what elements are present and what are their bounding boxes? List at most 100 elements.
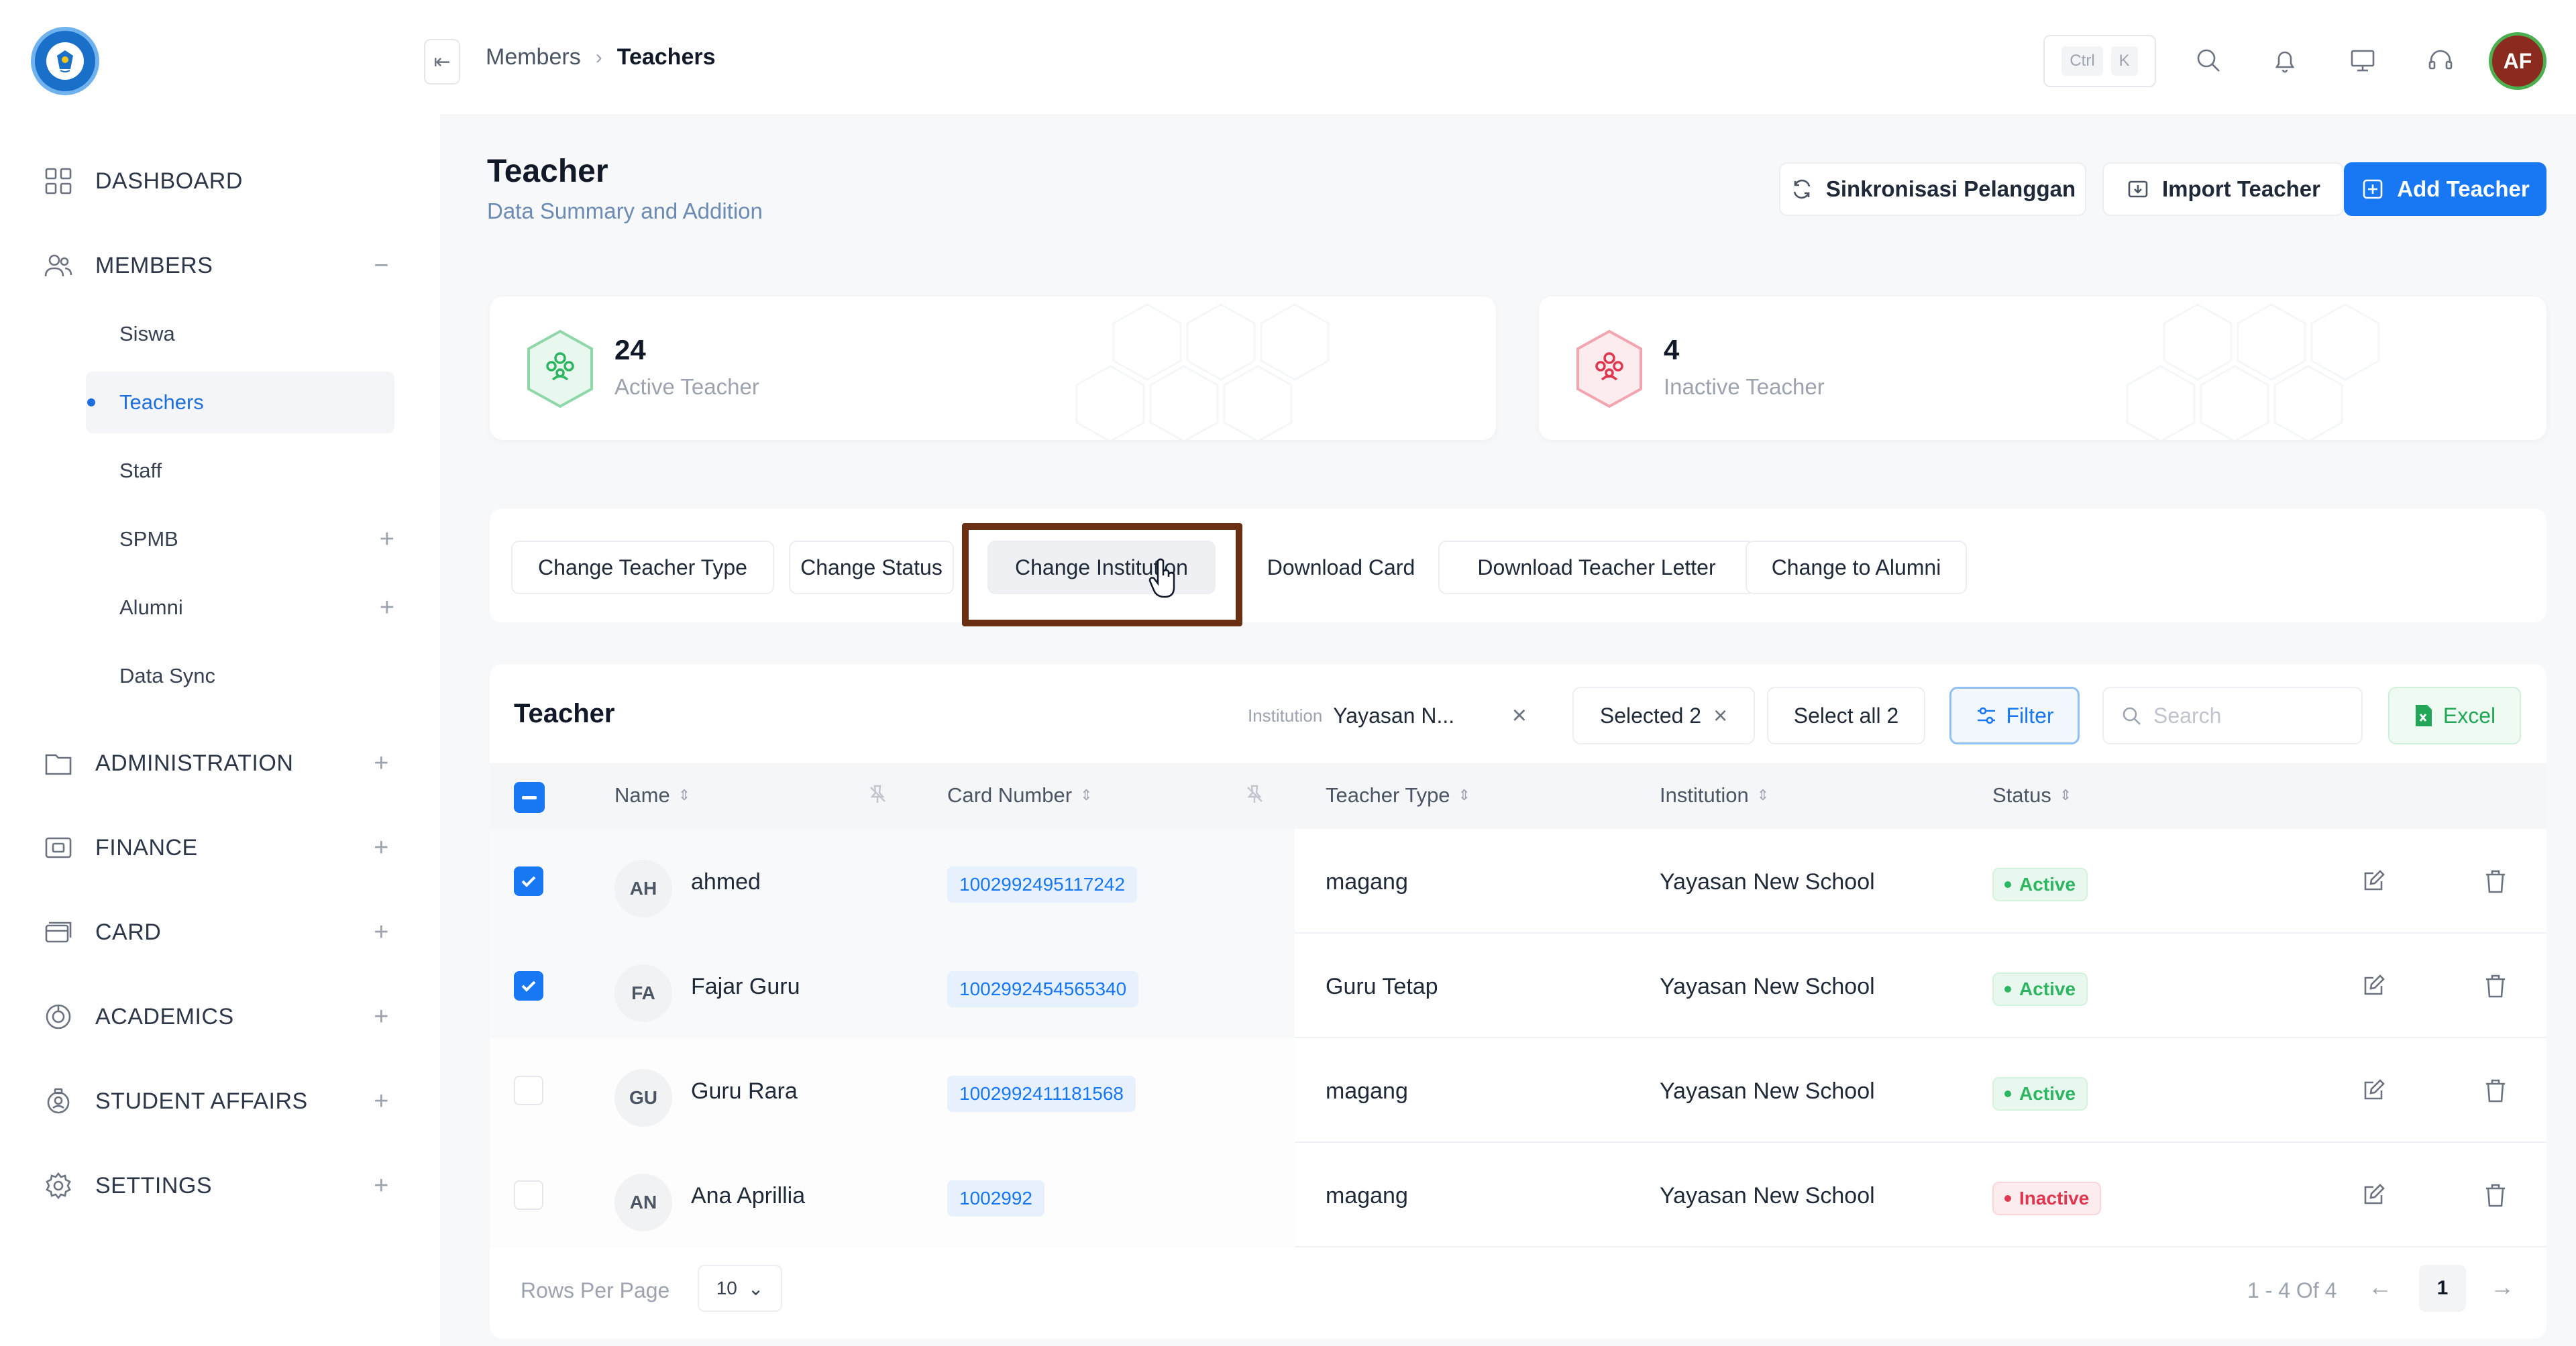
hand-cursor-icon: [1148, 558, 1175, 598]
sidebar-item-label: Teachers: [119, 390, 204, 414]
sidebar-item-siswa[interactable]: Siswa: [86, 303, 394, 365]
expand-toggle[interactable]: +: [374, 1003, 389, 1031]
sidebar-item-data-sync[interactable]: Data Sync: [86, 645, 394, 707]
sidebar-item-alumni[interactable]: Alumni +: [86, 577, 394, 638]
edit-icon[interactable]: [2360, 1077, 2390, 1107]
trash-icon[interactable]: [2482, 972, 2512, 1002]
column-header-teacher-type[interactable]: Teacher Type ⇕: [1326, 783, 1470, 807]
import-teacher-button[interactable]: Import Teacher: [2102, 162, 2344, 216]
close-icon[interactable]: ×: [1713, 702, 1727, 730]
nav-card[interactable]: CARD +: [40, 905, 402, 959]
column-label: Status: [1992, 783, 2051, 807]
sync-customers-button[interactable]: Sinkronisasi Pelanggan: [1779, 162, 2086, 216]
breadcrumb-members[interactable]: Members: [486, 44, 581, 70]
pin-icon[interactable]: [867, 783, 891, 807]
sidebar-item-staff[interactable]: Staff: [86, 440, 394, 502]
card-icon: [40, 914, 76, 950]
expand-toggle[interactable]: +: [380, 594, 394, 622]
change-to-alumni-button[interactable]: Change to Alumni: [1746, 541, 1967, 594]
row-checkbox[interactable]: [514, 866, 543, 896]
row-checkbox[interactable]: [514, 1076, 543, 1105]
app-logo[interactable]: [31, 27, 99, 95]
column-header-card-number[interactable]: Card Number ⇕: [947, 783, 1093, 807]
nav-finance[interactable]: FINANCE +: [40, 821, 402, 875]
institution-name: Yayasan New School: [1660, 974, 1875, 999]
card-number-tag: 1002992454565340: [947, 971, 1139, 1007]
institution-filter-label: Institution: [1248, 705, 1323, 726]
expand-toggle[interactable]: +: [374, 834, 389, 862]
sidebar-collapse-button[interactable]: ⇤: [424, 39, 460, 85]
avatar: AN: [614, 1174, 672, 1231]
add-teacher-button[interactable]: Add Teacher: [2344, 162, 2546, 216]
bell-icon[interactable]: [2265, 40, 2305, 80]
status-dot: [2004, 1090, 2011, 1097]
institution-filter-chip[interactable]: Institution Yayasan N... ×: [1241, 687, 1536, 744]
trash-icon[interactable]: [2482, 1077, 2512, 1107]
institution-name: Yayasan New School: [1660, 869, 1875, 895]
change-teacher-type-button[interactable]: Change Teacher Type: [511, 541, 774, 594]
edit-icon[interactable]: [2360, 972, 2390, 1002]
pin-icon[interactable]: [1244, 783, 1268, 807]
nav-administration[interactable]: ADMINISTRATION +: [40, 736, 402, 790]
current-page-button[interactable]: 1: [2419, 1265, 2466, 1312]
select-all-button[interactable]: Select all 2: [1767, 687, 1925, 744]
download-card-button[interactable]: Download Card: [1245, 541, 1437, 594]
sidebar-item-label: Alumni: [119, 596, 183, 619]
command-palette-shortcut[interactable]: Ctrl K: [2043, 35, 2156, 87]
monitor-icon[interactable]: [2343, 40, 2383, 80]
column-header-name[interactable]: Name ⇕: [614, 783, 690, 807]
edit-icon[interactable]: [2360, 868, 2390, 897]
expand-toggle[interactable]: +: [380, 525, 394, 554]
column-header-status[interactable]: Status ⇕: [1992, 783, 2072, 807]
column-header-institution[interactable]: Institution ⇕: [1660, 783, 1769, 807]
card-number-tag: 1002992411181568: [947, 1076, 1136, 1112]
edit-icon[interactable]: [2360, 1182, 2390, 1211]
export-excel-button[interactable]: Excel: [2388, 687, 2521, 744]
rows-per-page-select[interactable]: 10 ⌄: [698, 1265, 782, 1312]
trash-icon[interactable]: [2482, 868, 2512, 897]
trash-icon[interactable]: [2482, 1182, 2512, 1211]
headset-icon[interactable]: [2420, 40, 2461, 80]
filter-button[interactable]: Filter: [1949, 687, 2080, 744]
search-icon[interactable]: [2188, 40, 2229, 80]
column-label: Name: [614, 783, 670, 807]
kbd-ctrl: Ctrl: [2061, 46, 2103, 76]
sidebar-item-spmb[interactable]: SPMB +: [86, 508, 394, 570]
nav-academics[interactable]: ACADEMICS +: [40, 990, 402, 1044]
sidebar-item-teachers[interactable]: Teachers: [86, 372, 394, 433]
table-row[interactable]: GU Guru Rara 1002992411181568 magang Yay…: [490, 1038, 2546, 1143]
download-teacher-letter-button[interactable]: Download Teacher Letter: [1438, 541, 1755, 594]
expand-toggle[interactable]: +: [374, 1087, 389, 1116]
column-label: Teacher Type: [1326, 783, 1450, 807]
expand-toggle[interactable]: +: [374, 918, 389, 947]
nav-label: MEMBERS: [95, 252, 213, 278]
search-input[interactable]: Search: [2102, 687, 2363, 744]
active-teacher-label: Active Teacher: [614, 374, 759, 399]
user-avatar[interactable]: AF: [2489, 32, 2546, 90]
nav-label: CARD: [95, 919, 162, 945]
sidebar-item-label: Data Sync: [119, 664, 216, 687]
select-all-checkbox[interactable]: [514, 782, 545, 813]
nav-student-affairs[interactable]: STUDENT AFFAIRS +: [40, 1074, 402, 1128]
collapse-toggle[interactable]: −: [374, 251, 389, 280]
click-highlight-annotation: [962, 523, 1242, 626]
sort-icon: ⇕: [2059, 787, 2072, 803]
close-icon[interactable]: ×: [1512, 702, 1527, 730]
table-row[interactable]: FA Fajar Guru 1002992454565340 Guru Teta…: [490, 934, 2546, 1038]
nav-members[interactable]: MEMBERS −: [40, 239, 402, 292]
selected-count-chip[interactable]: Selected 2 ×: [1572, 687, 1755, 744]
next-page-icon[interactable]: →: [2490, 1273, 2514, 1301]
table-row[interactable]: AH ahmed 1002992495117242 magang Yayasan…: [490, 829, 2546, 934]
prev-page-icon[interactable]: ←: [2368, 1273, 2392, 1301]
expand-toggle[interactable]: +: [374, 749, 389, 778]
change-status-button[interactable]: Change Status: [789, 541, 954, 594]
row-checkbox[interactable]: [514, 971, 543, 1001]
status-label: Inactive: [2019, 1188, 2090, 1209]
nav-settings[interactable]: SETTINGS +: [40, 1159, 402, 1213]
status-label: Active: [2019, 1083, 2076, 1104]
nav-dashboard[interactable]: DASHBOARD: [40, 154, 402, 208]
table-row[interactable]: AN Ana Aprillia 1002992 magang Yayasan N…: [490, 1143, 2546, 1247]
student-icon: [40, 1083, 76, 1119]
row-checkbox[interactable]: [514, 1180, 543, 1210]
expand-toggle[interactable]: +: [374, 1172, 389, 1200]
